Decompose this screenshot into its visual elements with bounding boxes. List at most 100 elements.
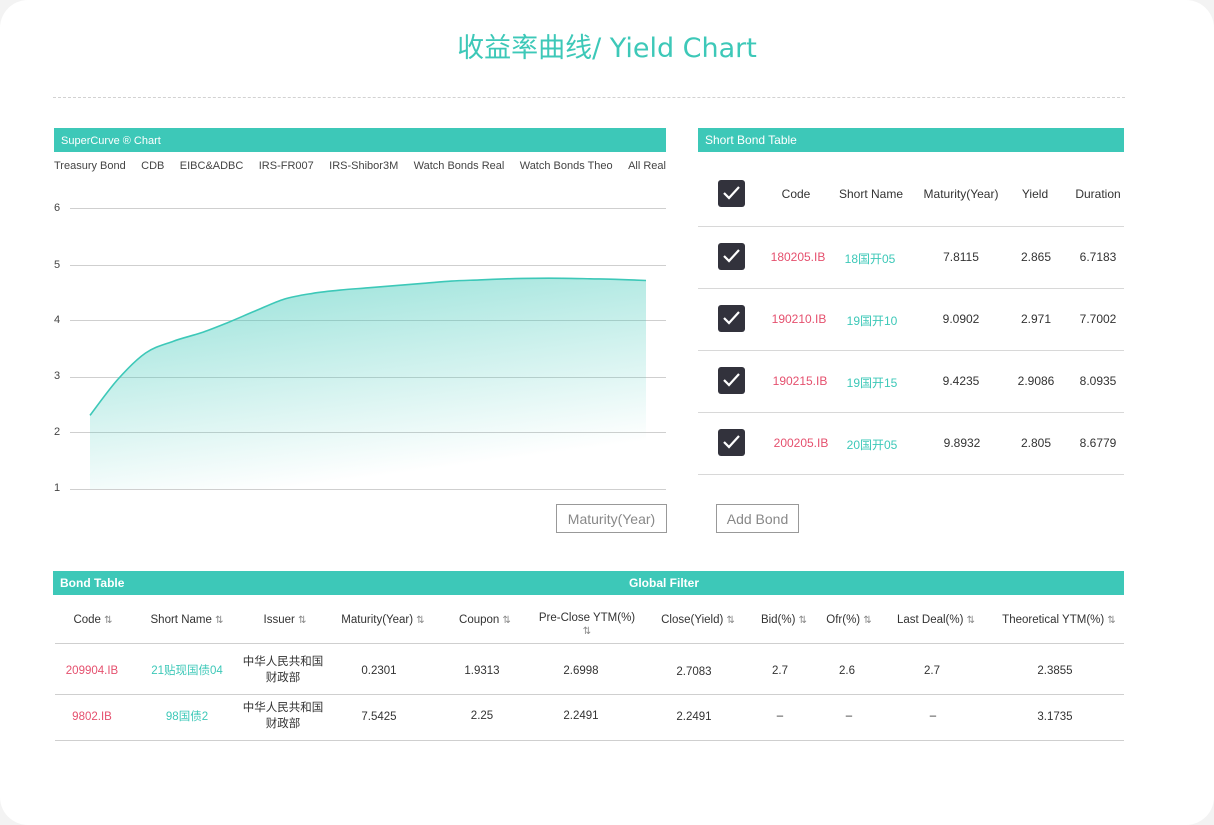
col-bid[interactable]: Bid(%) ⇅ xyxy=(755,612,813,629)
sort-icon: ⇅ xyxy=(502,615,511,626)
bond-maturity: 9.0902 xyxy=(942,312,980,326)
table-header-row: Code ⇅ Short Name ⇅ Issuer ⇅ Maturity(Ye… xyxy=(55,596,1124,644)
col-short-name[interactable]: Short Name ⇅ xyxy=(139,612,235,629)
col-bid-label: Bid(%) xyxy=(760,614,796,626)
bond-close-yield: 2.7083 xyxy=(676,666,712,678)
bond-pre-close-ytm: 2.2491 xyxy=(563,710,599,722)
table-header-row: Code Short Name Maturity(Year) Yield Dur… xyxy=(698,162,1124,227)
col-theoretical-ytm-label: Theoretical YTM(%) xyxy=(1002,614,1105,626)
global-filter[interactable]: Global Filter xyxy=(629,571,699,595)
bond-code[interactable]: 190215.IB xyxy=(765,374,835,388)
table-row[interactable]: 190210.IB 19国开10 9.0902 2.971 7.7002 xyxy=(698,288,1124,351)
bond-yield: 2.865 xyxy=(1020,250,1052,264)
col-ofr-label: Ofr(%) xyxy=(826,614,861,626)
bond-duration: 6.7183 xyxy=(1079,250,1117,264)
bond-last-deal: – xyxy=(929,710,937,722)
bond-short-name[interactable]: 19国开10 xyxy=(837,312,907,329)
select-all-checkbox[interactable] xyxy=(718,180,745,207)
col-maturity[interactable]: Maturity(Year) xyxy=(920,187,1002,201)
page-card: 收益率曲线/ Yield Chart SuperCurve ® Chart Tr… xyxy=(0,0,1214,825)
col-pre-close-ytm[interactable]: Pre-Close YTM(%) ⇅ xyxy=(533,612,641,638)
bond-yield: 2.971 xyxy=(1020,312,1052,326)
row-checkbox[interactable] xyxy=(718,429,745,456)
issuer-line: 财政部 xyxy=(265,718,301,730)
col-code[interactable]: Code ⇅ xyxy=(63,612,123,629)
col-coupon[interactable]: Coupon ⇅ xyxy=(453,612,517,629)
table-row[interactable]: 190215.IB 19国开15 9.4235 2.9086 8.0935 xyxy=(698,350,1124,413)
bond-short-name[interactable]: 98国债2 xyxy=(145,709,229,725)
bond-close-yield: 2.2491 xyxy=(676,711,712,723)
bond-coupon: 2.25 xyxy=(470,710,494,722)
sort-icon: ⇅ xyxy=(798,615,808,626)
col-issuer-label: Issuer xyxy=(263,614,295,626)
sort-icon: ⇅ xyxy=(416,615,425,626)
table-row[interactable]: 9802.IB 98国债2 中华人民共和国 财政部 7.5425 2.25 2.2… xyxy=(55,694,1124,741)
col-yield[interactable]: Yield xyxy=(1014,187,1056,201)
bond-maturity: 7.5425 xyxy=(361,711,397,723)
row-checkbox[interactable] xyxy=(718,243,745,270)
bond-maturity: 7.8115 xyxy=(943,250,979,264)
maturity-axis-button[interactable]: Maturity(Year) xyxy=(556,504,667,533)
bond-pre-close-ytm: 2.6998 xyxy=(563,665,599,677)
bond-short-name[interactable]: 18国开05 xyxy=(835,250,905,267)
bond-issuer: 中华人民共和国 财政部 xyxy=(235,700,331,732)
col-code-label: Code xyxy=(73,614,101,626)
short-bond-table-title: Short Bond Table xyxy=(705,133,797,147)
bond-table-title: Bond Table xyxy=(60,576,125,590)
bond-short-name[interactable]: 21贴现国债04 xyxy=(145,663,229,679)
col-close-yield[interactable]: Close(Yield) ⇅ xyxy=(655,612,741,629)
col-last-deal-label: Last Deal(%) xyxy=(896,614,964,626)
bond-code[interactable]: 180205.IB xyxy=(764,250,832,264)
col-pre-close-ytm-label: Pre-Close YTM(%) xyxy=(538,612,636,624)
bond-bid: 2.7 xyxy=(772,665,788,677)
check-icon xyxy=(723,311,740,325)
row-checkbox[interactable] xyxy=(718,305,745,332)
col-issuer[interactable]: Issuer ⇅ xyxy=(255,612,315,629)
sort-icon: ⇅ xyxy=(966,615,976,626)
col-maturity-label: Maturity(Year) xyxy=(341,614,414,626)
col-last-deal[interactable]: Last Deal(%) ⇅ xyxy=(891,612,981,629)
col-duration[interactable]: Duration xyxy=(1068,187,1128,201)
bond-code[interactable]: 209904.IB xyxy=(55,663,129,679)
bond-table-header: Bond Table Global Filter xyxy=(53,571,1124,595)
bond-short-name[interactable]: 20国开05 xyxy=(837,436,907,453)
table-row[interactable]: 209904.IB 21贴现国债04 中华人民共和国 财政部 0.2301 1.9… xyxy=(55,643,1124,695)
sort-icon: ⇅ xyxy=(298,615,307,626)
table-row[interactable]: 200205.IB 20国开05 9.8932 2.805 8.6779 xyxy=(698,412,1124,475)
col-maturity[interactable]: Maturity(Year) ⇅ xyxy=(333,612,433,629)
bond-ofr: 2.6 xyxy=(839,665,855,677)
table-row[interactable]: 180205.IB 18国开05 7.8115 2.865 6.7183 xyxy=(698,226,1124,289)
col-short-name[interactable]: Short Name xyxy=(833,187,909,201)
bond-last-deal: 2.7 xyxy=(924,665,940,677)
col-code[interactable]: Code xyxy=(776,187,816,201)
sort-icon: ⇅ xyxy=(215,615,224,626)
bond-duration: 8.6779 xyxy=(1079,436,1117,450)
bond-code[interactable]: 9802.IB xyxy=(55,709,129,725)
bond-code[interactable]: 190210.IB xyxy=(764,312,834,326)
check-icon xyxy=(723,435,740,449)
sort-icon: ⇅ xyxy=(1107,615,1116,626)
bond-yield: 2.805 xyxy=(1020,436,1052,450)
col-theoretical-ytm[interactable]: Theoretical YTM(%) ⇅ xyxy=(995,612,1123,629)
bond-yield: 2.9086 xyxy=(1017,374,1055,388)
sort-icon: ⇅ xyxy=(582,626,592,637)
bond-code[interactable]: 200205.IB xyxy=(766,436,836,450)
bond-theoretical-ytm: 2.3855 xyxy=(1037,665,1073,677)
bond-short-name[interactable]: 19国开15 xyxy=(837,374,907,391)
col-ofr[interactable]: Ofr(%) ⇅ xyxy=(821,612,877,629)
add-bond-button[interactable]: Add Bond xyxy=(716,504,799,533)
bond-issuer: 中华人民共和国 财政部 xyxy=(235,654,331,686)
bond-maturity: 0.2301 xyxy=(361,665,397,677)
bond-maturity: 9.4235 xyxy=(942,374,980,388)
issuer-line: 财政部 xyxy=(265,672,301,684)
bond-bid: – xyxy=(776,710,784,722)
row-checkbox[interactable] xyxy=(718,367,745,394)
short-bond-table-header: Short Bond Table xyxy=(698,128,1124,152)
check-icon xyxy=(723,373,740,387)
check-icon xyxy=(723,249,740,263)
col-coupon-label: Coupon xyxy=(459,614,500,626)
col-close-yield-label: Close(Yield) xyxy=(661,614,724,626)
yield-area xyxy=(90,278,646,489)
bond-maturity: 9.8932 xyxy=(943,436,981,450)
bond-ofr: – xyxy=(845,710,853,722)
